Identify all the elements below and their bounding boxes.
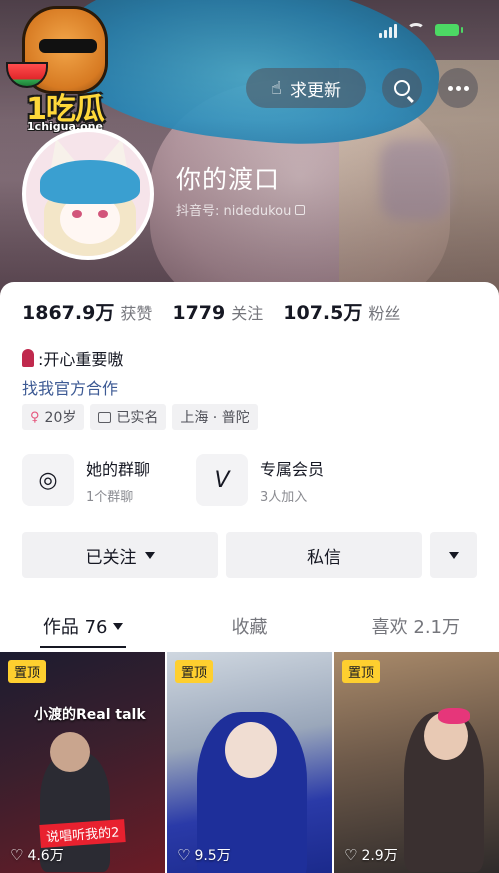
video-likes-count: 4.6万	[27, 848, 64, 864]
membership-entry[interactable]: V 专属会员 3人加入	[196, 452, 324, 508]
wifi-icon	[407, 23, 425, 37]
stat-value: 1867.9万	[22, 302, 115, 324]
age-text: 20岁	[44, 410, 77, 426]
signal-icon	[379, 22, 397, 38]
heart-icon: ♡	[10, 846, 24, 864]
tab-favorites[interactable]: 收藏	[166, 604, 332, 648]
watermark-logo: 1吃瓜 1chigua.one	[6, 6, 124, 134]
verified-tag: 已实名	[90, 404, 167, 430]
stat-followers[interactable]: 107.5万 粉丝	[283, 298, 400, 325]
collab-link[interactable]: 找我官方合作	[22, 375, 118, 399]
membership-v-icon: V	[196, 454, 248, 506]
video-banner-text: 说唱听我的2	[39, 819, 126, 848]
chevron-down-icon	[448, 551, 459, 559]
battery-icon	[435, 24, 463, 36]
douyin-id[interactable]: 抖音号: nidedukou	[176, 200, 306, 219]
membership-title: 专属会员	[260, 459, 325, 479]
profile-card: 1867.9万 获赞 1779 关注 107.5万 粉丝 :开心重要嗷 找我官方…	[0, 282, 499, 873]
group-chat-title: 她的群聊	[86, 459, 151, 479]
video-thumbnail[interactable]: 置顶 ♡ 2.9万	[334, 652, 499, 873]
stat-label: 关注	[231, 304, 264, 323]
more-button[interactable]	[438, 68, 478, 108]
search-icon	[394, 80, 410, 96]
video-likes-count: 9.5万	[194, 848, 231, 864]
heart-icon: ♡	[344, 846, 358, 864]
profile-tags: ♀ 20岁 已实名 上海 · 普陀	[22, 404, 258, 430]
copy-icon[interactable]	[295, 204, 306, 215]
id-card-icon	[98, 411, 112, 423]
request-update-label: 求更新	[289, 80, 341, 101]
tab-works[interactable]: 作品 76	[0, 604, 166, 648]
video-likes: ♡ 2.9万	[344, 845, 398, 865]
more-icon	[447, 85, 469, 91]
membership-subtitle: 3人加入	[260, 489, 308, 505]
stat-value: 1779	[172, 302, 226, 324]
tab-favorites-label: 收藏	[231, 617, 268, 638]
pinned-badge: 置顶	[342, 660, 381, 683]
heart-icon: ♡	[177, 846, 191, 864]
stats-row: 1867.9万 获赞 1779 关注 107.5万 粉丝	[22, 298, 400, 325]
stat-following[interactable]: 1779 关注	[172, 300, 263, 324]
more-actions-button[interactable]	[430, 532, 477, 578]
figure-emoji-icon	[22, 349, 34, 367]
stat-value: 107.5万	[283, 302, 363, 324]
location-tag: 上海 · 普陀	[172, 404, 258, 430]
douyin-id-text: 抖音号: nidedukou	[176, 204, 292, 219]
chat-bubble-icon: ◎	[22, 454, 74, 506]
verified-text: 已实名	[116, 410, 159, 426]
search-button[interactable]	[382, 68, 422, 108]
message-label: 私信	[307, 547, 341, 568]
bio-text: :开心重要嗷	[38, 350, 124, 369]
group-chat-subtitle: 1个群聊	[86, 489, 134, 505]
group-chat-entry[interactable]: ◎ 她的群聊 1个群聊	[22, 452, 150, 508]
stat-label: 粉丝	[368, 304, 401, 323]
message-button[interactable]: 私信	[226, 532, 422, 578]
action-buttons: 已关注 私信	[22, 532, 477, 578]
video-likes: ♡ 9.5万	[177, 845, 231, 865]
video-likes: ♡ 4.6万	[10, 845, 64, 865]
female-icon: ♀	[30, 409, 40, 425]
status-bar	[379, 22, 463, 38]
video-likes-count: 2.9万	[361, 848, 398, 864]
tab-works-label: 作品 76	[42, 617, 108, 638]
hand-point-icon: ☝	[271, 77, 282, 99]
video-thumbnail[interactable]: 置顶 ♡ 9.5万	[167, 652, 332, 873]
age-tag: ♀ 20岁	[22, 404, 85, 430]
pinned-badge: 置顶	[8, 660, 47, 683]
tab-likes[interactable]: 喜欢 2.1万	[333, 604, 499, 648]
video-grid: 小渡的Real talk 说唱听我的2 置顶 ♡ 4.6万 置顶 ♡ 9.5万 …	[0, 652, 499, 873]
video-thumbnail[interactable]: 小渡的Real talk 说唱听我的2 置顶 ♡ 4.6万	[0, 652, 165, 873]
video-caption: 小渡的Real talk	[34, 707, 146, 723]
following-label: 已关注	[85, 547, 137, 568]
following-button[interactable]: 已关注	[22, 532, 218, 578]
chevron-down-icon	[113, 622, 124, 630]
chevron-down-icon	[144, 551, 155, 559]
stat-likes[interactable]: 1867.9万 获赞	[22, 298, 152, 325]
nickname: 你的渡口	[176, 165, 281, 194]
request-update-button[interactable]: ☝ 求更新	[246, 68, 366, 108]
bio: :开心重要嗷	[22, 346, 123, 370]
location-text: 上海 · 普陀	[180, 410, 250, 426]
content-tabs: 作品 76 收藏 喜欢 2.1万	[0, 604, 499, 648]
pinned-badge: 置顶	[175, 660, 214, 683]
stat-label: 获赞	[120, 304, 153, 323]
avatar[interactable]	[22, 128, 154, 260]
tab-likes-label: 喜欢 2.1万	[371, 617, 460, 638]
